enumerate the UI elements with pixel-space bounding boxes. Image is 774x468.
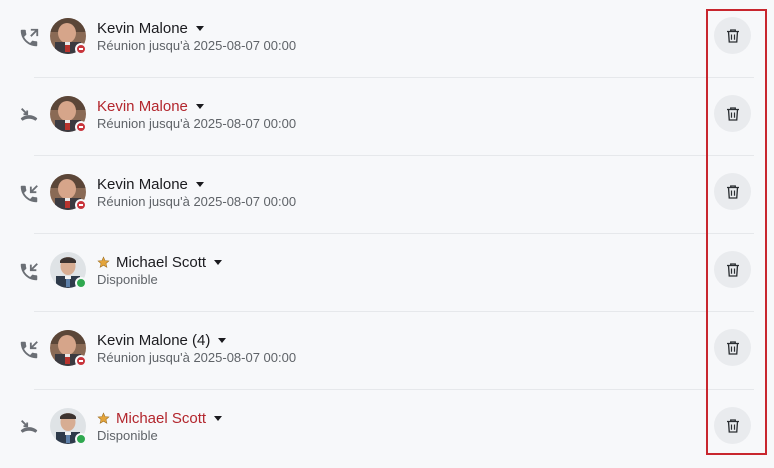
phone-incoming-icon <box>18 183 40 205</box>
caret-down-icon <box>218 337 227 343</box>
phone-outgoing-icon <box>18 27 40 49</box>
contact-name: Kevin Malone (4) <box>97 331 211 349</box>
contact-name: Michael Scott <box>116 409 207 427</box>
presence-available-icon <box>75 277 87 289</box>
presence-busy-icon <box>75 121 87 133</box>
delete-button[interactable] <box>714 173 751 210</box>
delete-button[interactable] <box>714 407 751 444</box>
avatar[interactable] <box>50 174 87 211</box>
call-history-row[interactable]: Kevin Malone Réunion jusqu'à 2025-08-07 … <box>0 0 774 78</box>
phone-missed-icon <box>18 105 40 127</box>
contact-status: Réunion jusqu'à 2025-08-07 00:00 <box>97 38 297 53</box>
contact-name: Kevin Malone <box>97 19 188 37</box>
trash-icon <box>724 261 742 279</box>
call-history-row[interactable]: Kevin Malone (4) Réunion jusqu'à 2025-08… <box>0 312 774 390</box>
presence-available-icon <box>75 433 87 445</box>
presence-busy-icon <box>75 43 87 55</box>
contact-name-dropdown[interactable]: Kevin Malone <box>97 174 204 194</box>
contact-status: Réunion jusqu'à 2025-08-07 00:00 <box>97 116 297 131</box>
trash-icon <box>724 105 742 123</box>
trash-icon <box>724 183 742 201</box>
delete-button[interactable] <box>714 329 751 366</box>
phone-incoming-icon <box>18 261 40 283</box>
delete-button[interactable] <box>714 17 751 54</box>
caret-down-icon <box>214 259 223 265</box>
contact-name-dropdown[interactable]: Kevin Malone (4) <box>97 330 227 350</box>
contact-name-dropdown[interactable]: Kevin Malone <box>97 96 204 116</box>
delete-button[interactable] <box>714 251 751 288</box>
phone-missed-icon <box>18 417 40 439</box>
trash-icon <box>724 417 742 435</box>
favorite-star-icon <box>97 411 112 425</box>
contact-status: Réunion jusqu'à 2025-08-07 00:00 <box>97 194 297 209</box>
call-history-row[interactable]: Michael Scott Disponible <box>0 390 774 468</box>
contact-status: Disponible <box>97 428 158 443</box>
contact-name-dropdown[interactable]: Michael Scott <box>97 408 223 428</box>
call-history-list: Kevin Malone Réunion jusqu'à 2025-08-07 … <box>0 0 774 468</box>
avatar[interactable] <box>50 252 87 289</box>
avatar[interactable] <box>50 18 87 55</box>
contact-name: Kevin Malone <box>97 175 188 193</box>
presence-busy-icon <box>75 355 87 367</box>
avatar[interactable] <box>50 330 87 367</box>
trash-icon <box>724 27 742 45</box>
presence-busy-icon <box>75 199 87 211</box>
trash-icon <box>724 339 742 357</box>
delete-button[interactable] <box>714 95 751 132</box>
favorite-star-icon <box>97 255 112 269</box>
call-history-row[interactable]: Kevin Malone Réunion jusqu'à 2025-08-07 … <box>0 78 774 156</box>
avatar[interactable] <box>50 408 87 445</box>
contact-name: Michael Scott <box>116 253 207 271</box>
contact-name: Kevin Malone <box>97 97 188 115</box>
avatar[interactable] <box>50 96 87 133</box>
phone-incoming-icon <box>18 339 40 361</box>
call-history-row[interactable]: Michael Scott Disponible <box>0 234 774 312</box>
caret-down-icon <box>195 25 204 31</box>
contact-status: Disponible <box>97 272 158 287</box>
contact-name-dropdown[interactable]: Michael Scott <box>97 252 223 272</box>
caret-down-icon <box>195 181 204 187</box>
caret-down-icon <box>214 415 223 421</box>
contact-name-dropdown[interactable]: Kevin Malone <box>97 18 204 38</box>
contact-status: Réunion jusqu'à 2025-08-07 00:00 <box>97 350 297 365</box>
caret-down-icon <box>195 103 204 109</box>
call-history-row[interactable]: Kevin Malone Réunion jusqu'à 2025-08-07 … <box>0 156 774 234</box>
